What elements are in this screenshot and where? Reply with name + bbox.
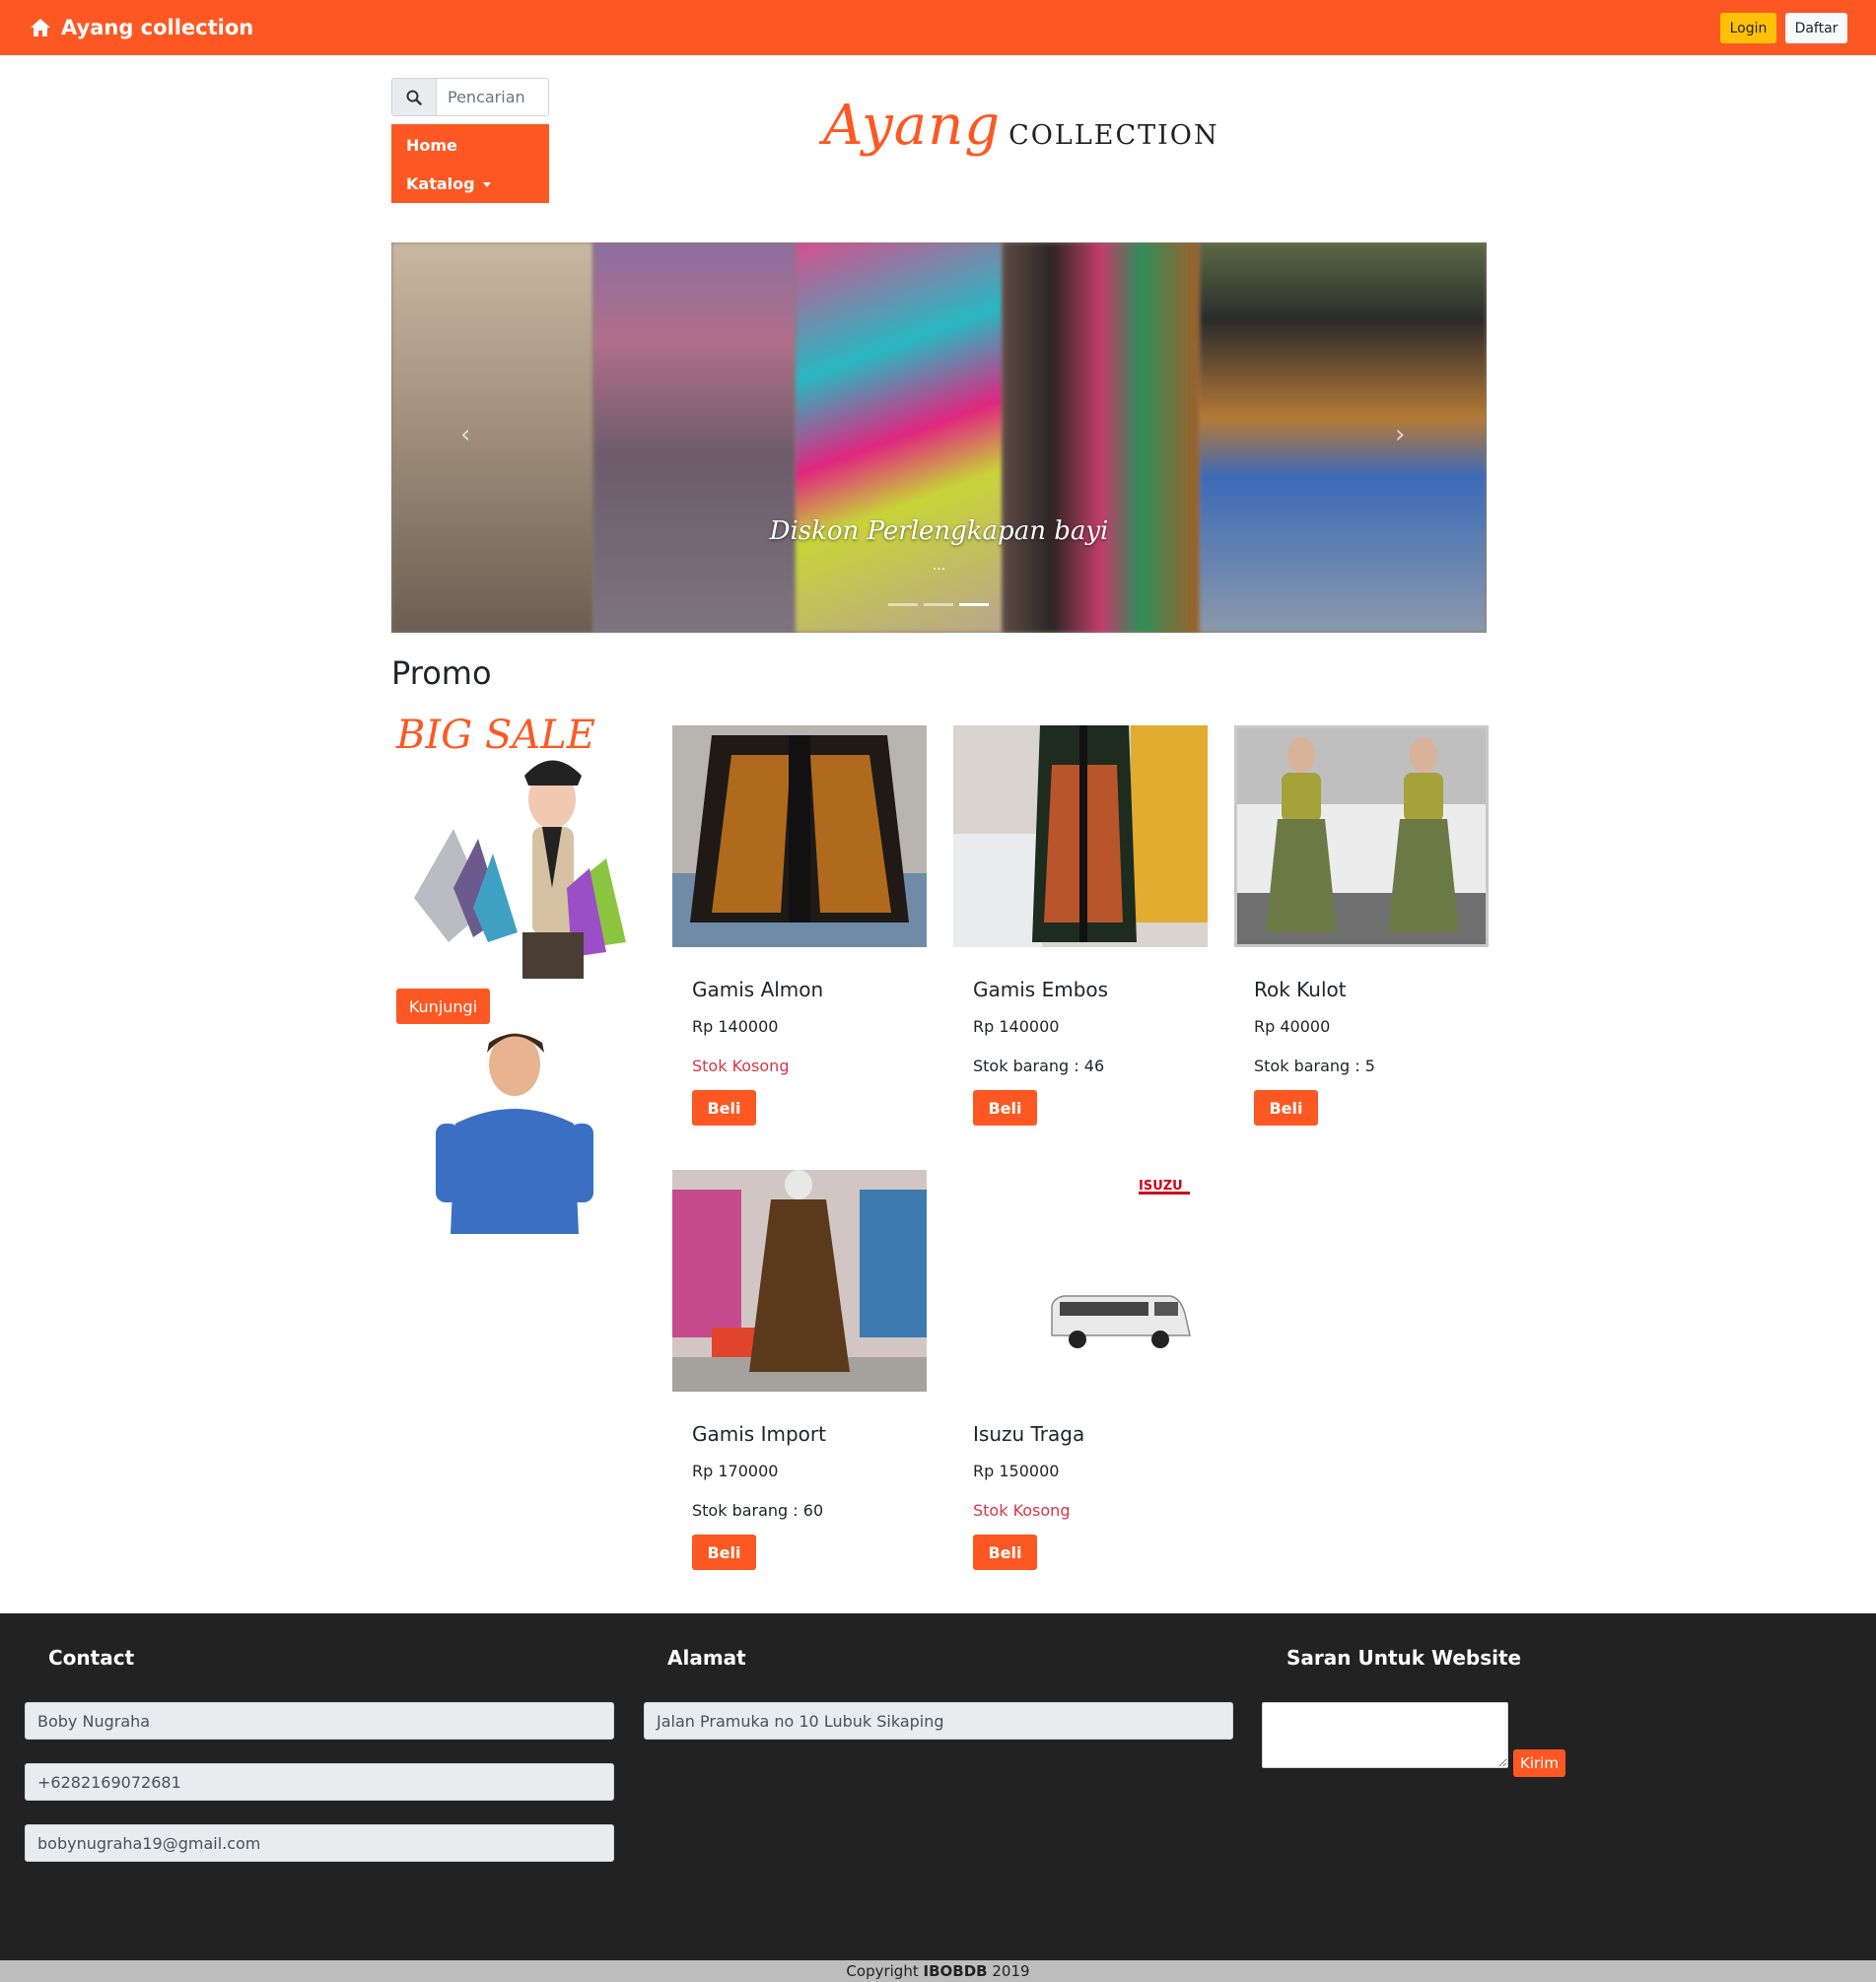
carousel-next-icon[interactable]: ›	[1395, 420, 1424, 449]
footer-contact-title: Contact	[48, 1646, 135, 1670]
carousel-image-mannequins	[391, 242, 593, 633]
product-stock: Stok Kosong	[973, 1501, 1071, 1520]
footer: Contact Boby Nugraha +6282169072681 boby…	[0, 1613, 1876, 1960]
beli-button[interactable]: Beli	[692, 1535, 756, 1570]
product-stock: Stok barang : 60	[692, 1501, 824, 1520]
product-image[interactable]	[672, 725, 927, 947]
carousel-caption-sub: ...	[932, 558, 946, 574]
beli-button[interactable]: Beli	[973, 1090, 1037, 1126]
copyright-bar: Copyright IBOBDB 2019	[0, 1960, 1876, 1982]
kirim-button[interactable]: Kirim	[1513, 1749, 1565, 1777]
menu-item-katalog[interactable]: Katalog	[406, 174, 491, 193]
promo-man-image	[396, 1025, 628, 1234]
logo-part-ayang: Ayang	[823, 94, 1002, 158]
carousel-indicator[interactable]	[924, 603, 953, 606]
carousel-indicator[interactable]	[888, 603, 918, 606]
carousel-image-fabrics	[1003, 242, 1200, 633]
carousel-caption: Diskon Perlengkapan bayi	[769, 516, 1109, 546]
search-button[interactable]	[392, 79, 437, 115]
product-image-gamis-almon	[672, 725, 927, 947]
product-name: Gamis Almon	[692, 978, 824, 1001]
product-image-gamis-import	[672, 1170, 927, 1392]
product-price: Rp 40000	[1254, 1017, 1331, 1036]
product-name: Gamis Embos	[973, 978, 1109, 1001]
home-icon	[31, 19, 50, 36]
contact-email-field[interactable]: bobynugraha19@gmail.com	[25, 1824, 614, 1862]
search-icon	[406, 90, 422, 105]
carousel-prev-icon[interactable]: ‹	[460, 420, 490, 449]
product-name: Gamis Import	[692, 1422, 826, 1446]
carousel-image-bags	[593, 242, 796, 633]
beli-button[interactable]: Beli	[973, 1535, 1037, 1570]
footer-saran-title: Saran Untuk Website	[1286, 1646, 1522, 1670]
product-price: Rp 140000	[973, 1017, 1060, 1036]
chevron-down-icon	[482, 182, 491, 187]
logo-part-collection: collection	[1008, 109, 1219, 153]
alamat-field[interactable]: Jalan Pramuka no 10 Lubuk Sikaping	[644, 1702, 1233, 1740]
menu-item-katalog-label: Katalog	[406, 174, 475, 193]
top-navbar: Ayang collection Login Daftar	[0, 0, 1876, 55]
product-image[interactable]	[953, 725, 1208, 947]
brand-link[interactable]: Ayang collection	[30, 14, 253, 41]
product-price: Rp 170000	[692, 1462, 779, 1480]
product-stock: Stok barang : 46	[973, 1057, 1105, 1075]
product-name: Rok Kulot	[1254, 978, 1347, 1001]
search-input[interactable]	[438, 79, 548, 115]
product-price: Rp 140000	[692, 1017, 779, 1036]
carousel-indicator-active[interactable]	[959, 603, 989, 606]
brand-text: Ayang collection	[61, 16, 254, 39]
image-carousel[interactable]: ‹ › Diskon Perlengkapan bayi ...	[391, 242, 1487, 633]
search-group	[391, 78, 549, 116]
product-image[interactable]: ISUZU	[953, 1170, 1208, 1392]
product-image-rok-kulot	[1237, 728, 1486, 944]
isuzu-logo-text: ISUZU	[1139, 1179, 1183, 1194]
product-image[interactable]	[672, 1170, 927, 1392]
product-stock: Stok barang : 5	[1254, 1057, 1375, 1075]
login-button[interactable]: Login	[1720, 13, 1776, 43]
copyright-prefix: Copyright	[846, 1962, 919, 1980]
big-sale-text: BIG SALE	[395, 713, 595, 758]
kunjungi-button[interactable]: Kunjungi	[396, 989, 490, 1024]
site-logo: Ayang collection	[823, 94, 1219, 163]
product-name: Isuzu Traga	[973, 1422, 1085, 1446]
product-stock: Stok Kosong	[692, 1057, 790, 1075]
contact-name-field[interactable]: Boby Nugraha	[25, 1702, 614, 1740]
carousel-image-toys	[1200, 242, 1487, 633]
carousel-indicators	[888, 603, 989, 606]
daftar-button[interactable]: Daftar	[1785, 13, 1847, 43]
beli-button[interactable]: Beli	[1254, 1090, 1318, 1126]
product-image[interactable]	[1234, 725, 1489, 947]
contact-phone-field[interactable]: +6282169072681	[25, 1763, 614, 1801]
product-price: Rp 150000	[973, 1462, 1060, 1480]
footer-alamat-title: Alamat	[667, 1646, 746, 1670]
beli-button[interactable]: Beli	[692, 1090, 756, 1126]
saran-textarea[interactable]	[1262, 1702, 1508, 1768]
promo-heading: Promo	[391, 654, 492, 692]
menu-item-home[interactable]: Home	[406, 136, 457, 155]
menu-item-home-label: Home	[406, 136, 457, 155]
side-menu: Home Katalog	[391, 124, 549, 203]
copyright-brand: IBOBDB	[923, 1962, 988, 1980]
carousel-image-shoes	[796, 242, 1003, 633]
product-image-gamis-embos	[953, 725, 1208, 947]
big-sale-banner: BIG SALE	[395, 713, 626, 979]
product-image-isuzu-traga: ISUZU	[953, 1170, 1208, 1392]
copyright-year: 2019	[992, 1962, 1030, 1980]
